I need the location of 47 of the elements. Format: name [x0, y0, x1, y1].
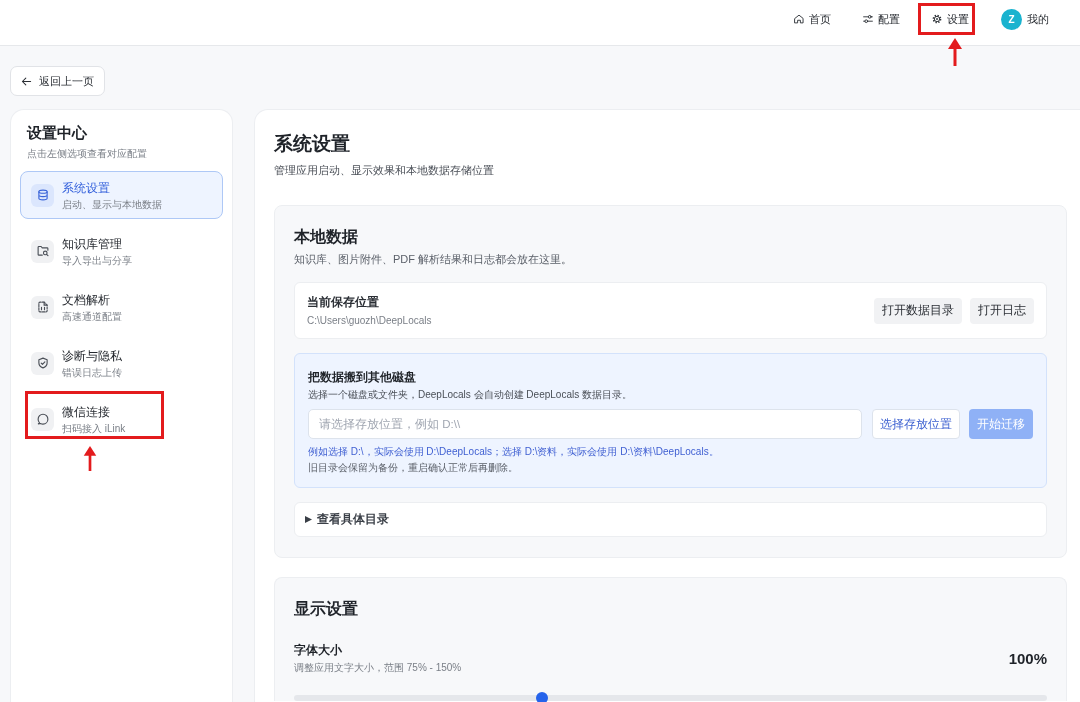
home-icon	[794, 14, 804, 24]
nav-link[interactable]: 首页	[794, 11, 831, 27]
panel-title: 把数据搬到其他磁盘	[308, 370, 417, 385]
example-hint: 例如选择 D:\，实际会使用 D:\DeepLocals；选择 D:\资料，实际会使用 D:\资料\DeepLocals。	[308, 445, 720, 459]
sidebar-title: 设置中心	[25, 123, 88, 143]
choose-location-button[interactable]: 选择存放位置	[872, 409, 960, 439]
backup-note: 旧目录会保留为备份，重启确认正常后再删除。	[308, 461, 519, 475]
item-description: 高速通道配置	[62, 309, 122, 323]
item-description: 错误日志上传	[62, 365, 122, 379]
item-description: 导入导出与分享	[62, 253, 132, 267]
annotation-arrow	[83, 446, 97, 471]
page-subtitle: 管理应用启动、显示效果和本地数据存储位置	[274, 163, 495, 178]
font-size-value: 100%	[1008, 650, 1047, 667]
open-button[interactable]: 打开日志	[970, 297, 1034, 324]
page-title: 系统设置	[274, 132, 351, 156]
path-input-field[interactable]: 请选择存放位置，例如 D:\\	[308, 409, 862, 439]
folder-search-icon	[31, 239, 54, 263]
section-title: 本地数据	[294, 227, 359, 247]
nav-link[interactable]: 配置	[863, 11, 900, 27]
panel-description: 选择一个磁盘或文件夹，DeepLocals 会自动创建 DeepLocals 数据目录。	[308, 388, 633, 402]
sidebar-item[interactable]: 系统设置 启动、显示与本地数据	[20, 171, 223, 219]
avatar: Z	[1001, 8, 1022, 30]
setting-description: 调整应用文字大小，范围 75% - 150%	[294, 661, 462, 675]
sidebar-subtitle: 点击左侧选项查看对应配置	[26, 147, 148, 161]
settings-icon	[932, 14, 942, 24]
item-description: 启动、显示与本地数据	[62, 197, 162, 211]
profile-link[interactable]: Z 我的	[1001, 11, 1049, 27]
location-label: 当前保存位置	[307, 293, 380, 310]
nav-link[interactable]: 设置	[932, 11, 969, 27]
arrow-left-icon	[21, 75, 32, 87]
location-path: C:\Users\guozh\DeepLocals	[307, 313, 432, 328]
document-icon	[31, 295, 54, 319]
chat-bubble-icon	[31, 407, 54, 431]
details-row[interactable]: 查看具体目录	[294, 502, 1047, 537]
section-title: 显示设置	[294, 599, 359, 619]
open-button[interactable]: 打开数据目录	[874, 297, 962, 324]
section-description: 知识库、图片附件、PDF 解析结果和日志都会放在这里。	[294, 252, 574, 267]
sliders-icon	[863, 14, 873, 24]
annotation-arrow	[948, 38, 962, 66]
slider-thumb[interactable]	[536, 692, 549, 702]
shield-check-icon	[31, 351, 54, 375]
setting-label: 字体大小	[294, 642, 343, 658]
item-description: 扫码接入 iLink	[62, 421, 126, 435]
database-icon	[31, 183, 54, 207]
back-button[interactable]: 返回上一页	[10, 66, 105, 96]
details-label: 查看具体目录	[317, 512, 389, 527]
slider-track[interactable]	[294, 695, 1047, 701]
